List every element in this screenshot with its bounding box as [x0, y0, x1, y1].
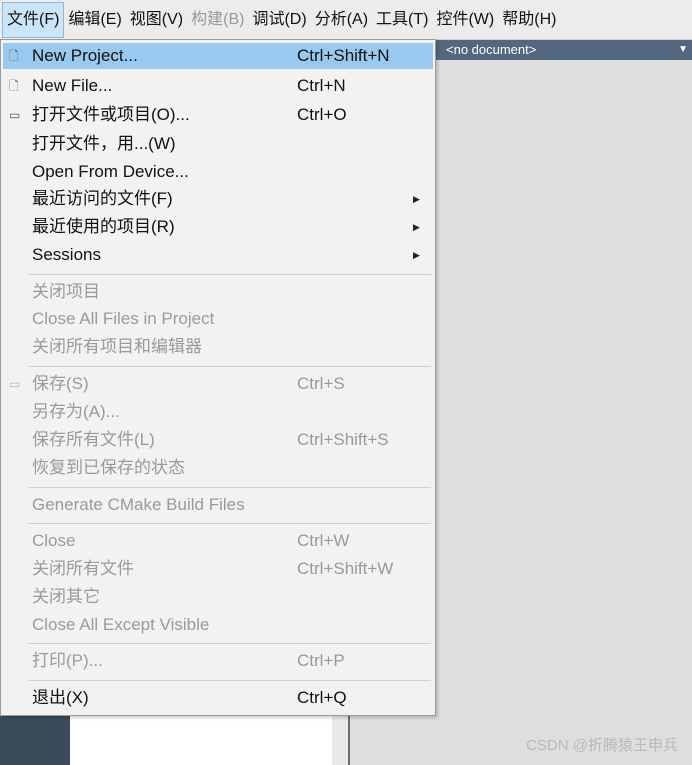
file-icon: 🗋 [9, 49, 19, 63]
menu-item-save[interactable]: ▭ 保存(S) Ctrl+S [3, 371, 433, 397]
menu-build[interactable]: 构建(B) [187, 0, 248, 39]
menu-tools[interactable]: 工具(T) [372, 0, 432, 39]
folder-icon: ▭ [9, 108, 21, 122]
document-selector-label: <no document> [446, 42, 537, 57]
menu-edit[interactable]: 编辑(E) [64, 0, 125, 39]
file-menu-dropdown: 🗋 New Project... Ctrl+Shift+N 🗋 New File… [0, 39, 436, 716]
menubar: 文件(F) 编辑(E) 视图(V) 构建(B) 调试(D) 分析(A) 工具(T… [0, 0, 692, 40]
menu-item-recent-files[interactable]: 最近访问的文件(F) ▶ [3, 186, 433, 212]
document-selector[interactable]: <no document> ▼ [436, 40, 692, 60]
menu-separator [29, 366, 431, 367]
menu-item-close-all-files-in-project[interactable]: Close All Files in Project [3, 306, 433, 332]
menu-separator [29, 487, 431, 488]
menu-item-close-all-projects-editors[interactable]: 关闭所有项目和编辑器 [3, 334, 433, 360]
menu-item-close-all-except-visible[interactable]: Close All Except Visible [3, 612, 433, 638]
menu-item-print[interactable]: 打印(P)... Ctrl+P [3, 648, 433, 674]
menu-item-open-file-or-project[interactable]: ▭ 打开文件或项目(O)... Ctrl+O [3, 102, 433, 128]
menu-item-close-all-files[interactable]: 关闭所有文件 Ctrl+Shift+W [3, 556, 433, 582]
menu-view[interactable]: 视图(V) [126, 0, 187, 39]
menu-item-open-from-device[interactable]: Open From Device... [3, 159, 433, 185]
menu-widgets[interactable]: 控件(W) [432, 0, 498, 39]
menu-separator [29, 274, 431, 275]
submenu-arrow-icon: ▶ [413, 222, 420, 232]
menu-separator [29, 643, 431, 644]
menu-item-revert-to-saved[interactable]: 恢复到已保存的状态 [3, 455, 433, 481]
chevron-down-icon[interactable]: ▼ [678, 40, 688, 60]
submenu-arrow-icon: ▶ [413, 194, 420, 204]
menu-debug[interactable]: 调试(D) [248, 0, 310, 39]
menu-item-new-project[interactable]: 🗋 New Project... Ctrl+Shift+N [3, 43, 433, 69]
menu-item-generate-cmake[interactable]: Generate CMake Build Files [3, 492, 433, 518]
menu-item-open-with[interactable]: 打开文件，用...(W) [3, 131, 433, 157]
menu-separator [29, 680, 431, 681]
submenu-arrow-icon: ▶ [413, 250, 420, 260]
menu-analyze[interactable]: 分析(A) [311, 0, 372, 39]
menu-item-save-all[interactable]: 保存所有文件(L) Ctrl+Shift+S [3, 427, 433, 453]
watermark: CSDN @折腾猿王申兵 [526, 737, 678, 754]
menu-item-exit[interactable]: 退出(X) Ctrl+Q [3, 685, 433, 711]
menu-item-save-as[interactable]: 另存为(A)... [3, 399, 433, 425]
menu-item-close-project[interactable]: 关闭项目 [3, 279, 433, 305]
menu-item-close-others[interactable]: 关闭其它 [3, 584, 433, 610]
menu-help[interactable]: 帮助(H) [498, 0, 560, 39]
menu-item-recent-projects[interactable]: 最近使用的项目(R) ▶ [3, 214, 433, 240]
menu-item-sessions[interactable]: Sessions ▶ [3, 242, 433, 268]
menu-item-close[interactable]: Close Ctrl+W [3, 528, 433, 554]
file-icon: 🗋 [9, 79, 19, 93]
menu-separator [29, 523, 431, 524]
menu-item-new-file[interactable]: 🗋 New File... Ctrl+N [3, 73, 433, 99]
menu-file[interactable]: 文件(F) [2, 1, 65, 38]
save-icon: ▭ [9, 377, 21, 391]
